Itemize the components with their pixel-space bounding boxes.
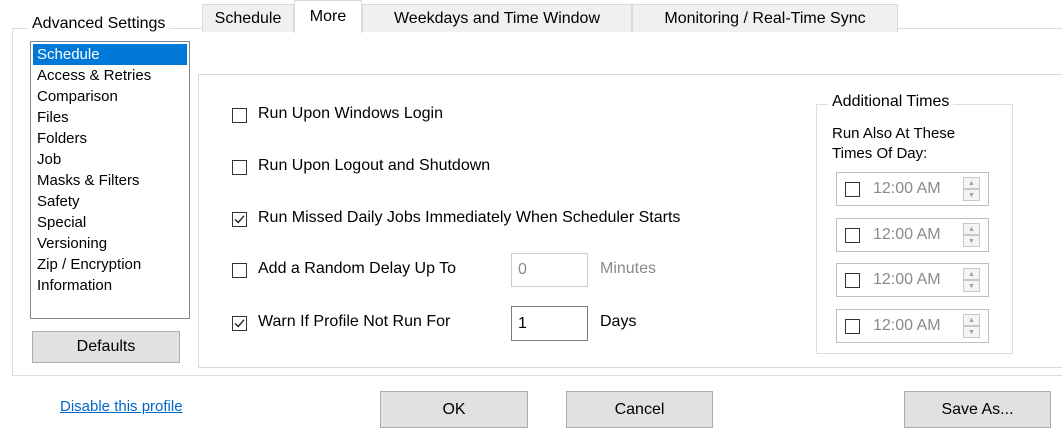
time-value: 12:00 AM bbox=[873, 180, 941, 197]
caption-line-1: Run Also At These bbox=[832, 125, 956, 142]
time-value: 12:00 AM bbox=[873, 226, 941, 243]
time-value: 12:00 AM bbox=[873, 317, 941, 334]
run-missed-label: Run Missed Daily Jobs Immediately When S… bbox=[258, 209, 681, 226]
save-as-button[interactable]: Save As... bbox=[904, 391, 1051, 428]
time-picker-4[interactable]: 12:00 AM ▲ ▼ bbox=[836, 309, 989, 343]
time-spinner[interactable]: ▲ ▼ bbox=[963, 177, 980, 201]
run-login-checkbox[interactable] bbox=[232, 108, 247, 123]
warn-days-unit: Days bbox=[600, 313, 637, 330]
spin-up-icon[interactable]: ▲ bbox=[963, 314, 980, 326]
time-value: 12:00 AM bbox=[873, 271, 941, 288]
run-logout-label: Run Upon Logout and Shutdown bbox=[258, 157, 491, 174]
disable-profile-link[interactable]: Disable this profile bbox=[60, 398, 183, 415]
category-item[interactable]: Files bbox=[33, 107, 189, 128]
run-login-label: Run Upon Windows Login bbox=[258, 105, 443, 122]
spin-down-icon[interactable]: ▼ bbox=[963, 280, 980, 292]
cancel-button[interactable]: Cancel bbox=[566, 391, 713, 428]
time-enable-checkbox[interactable] bbox=[845, 319, 860, 334]
warn-not-run-checkbox[interactable] bbox=[232, 316, 247, 331]
time-spinner[interactable]: ▲ ▼ bbox=[963, 314, 980, 338]
category-item[interactable]: Job bbox=[33, 149, 189, 170]
category-item[interactable]: Masks & Filters bbox=[33, 170, 189, 191]
time-spinner[interactable]: ▲ ▼ bbox=[963, 223, 980, 247]
category-item[interactable]: Folders bbox=[33, 128, 189, 149]
group-title: Advanced Settings bbox=[28, 15, 170, 33]
time-picker-2[interactable]: 12:00 AM ▲ ▼ bbox=[836, 218, 989, 252]
run-missed-checkbox[interactable] bbox=[232, 212, 247, 227]
tab-more[interactable]: More bbox=[294, 0, 362, 33]
spin-down-icon[interactable]: ▼ bbox=[963, 189, 980, 201]
spin-up-icon[interactable]: ▲ bbox=[963, 177, 980, 189]
caption-line-2: Times Of Day: bbox=[832, 145, 928, 162]
category-list[interactable]: Schedule Access & Retries Comparison Files F… bbox=[30, 41, 190, 319]
category-item[interactable]: Access & Retries bbox=[33, 65, 189, 86]
category-item[interactable]: Schedule bbox=[33, 44, 187, 65]
checkmark-icon bbox=[234, 319, 245, 328]
spin-down-icon[interactable]: ▼ bbox=[963, 235, 980, 247]
tab-schedule[interactable]: Schedule bbox=[202, 4, 294, 32]
defaults-button[interactable]: Defaults bbox=[32, 331, 180, 363]
additional-times-caption: Run Also At These Times Of Day: bbox=[832, 124, 955, 164]
random-delay-input[interactable] bbox=[511, 253, 588, 287]
warn-days-input[interactable] bbox=[511, 306, 588, 341]
time-picker-3[interactable]: 12:00 AM ▲ ▼ bbox=[836, 263, 989, 297]
category-item[interactable]: Safety bbox=[33, 191, 189, 212]
random-delay-checkbox[interactable] bbox=[232, 263, 247, 278]
category-item[interactable]: Comparison bbox=[33, 86, 189, 107]
spin-up-icon[interactable]: ▲ bbox=[963, 268, 980, 280]
spin-down-icon[interactable]: ▼ bbox=[963, 326, 980, 338]
time-spinner[interactable]: ▲ ▼ bbox=[963, 268, 980, 292]
random-delay-unit: Minutes bbox=[600, 260, 657, 277]
time-enable-checkbox[interactable] bbox=[845, 273, 860, 288]
checkmark-icon bbox=[234, 215, 245, 224]
tab-weekdays-time-window[interactable]: Weekdays and Time Window bbox=[362, 4, 632, 32]
time-picker-1[interactable]: 12:00 AM ▲ ▼ bbox=[836, 172, 989, 206]
category-item[interactable]: Special bbox=[33, 212, 189, 233]
warn-not-run-label: Warn If Profile Not Run For bbox=[258, 313, 451, 330]
tab-monitoring-realtime-sync[interactable]: Monitoring / Real-Time Sync bbox=[632, 4, 898, 32]
random-delay-label: Add a Random Delay Up To bbox=[258, 260, 457, 277]
time-enable-checkbox[interactable] bbox=[845, 228, 860, 243]
time-enable-checkbox[interactable] bbox=[845, 182, 860, 197]
run-logout-checkbox[interactable] bbox=[232, 160, 247, 175]
category-item[interactable]: Zip / Encryption bbox=[33, 254, 189, 275]
ok-button[interactable]: OK bbox=[380, 391, 528, 428]
category-item[interactable]: Versioning bbox=[33, 233, 189, 254]
spin-up-icon[interactable]: ▲ bbox=[963, 223, 980, 235]
additional-times-title: Additional Times bbox=[828, 93, 954, 111]
category-item[interactable]: Information bbox=[33, 275, 189, 296]
